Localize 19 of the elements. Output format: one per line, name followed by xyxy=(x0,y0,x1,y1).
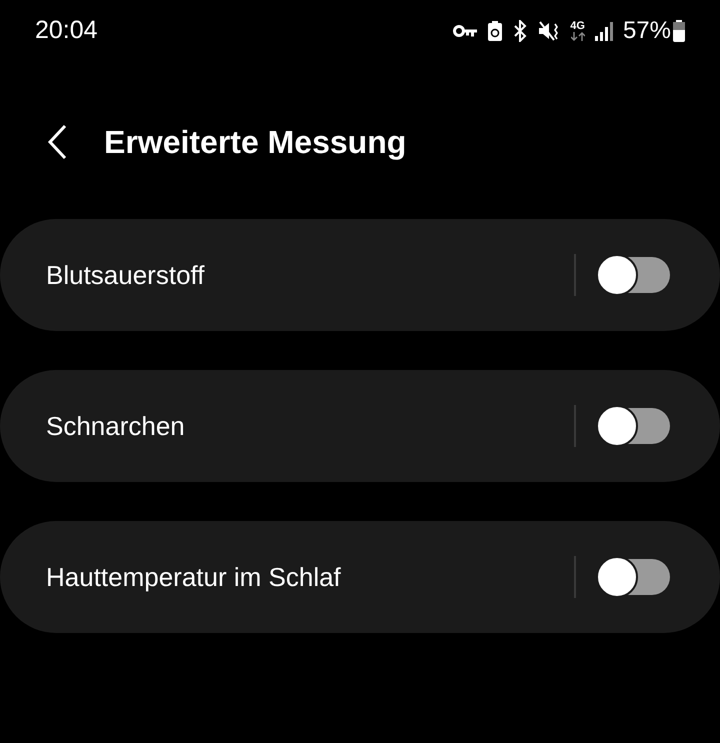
battery-icon xyxy=(673,20,685,42)
setting-card[interactable]: Schnarchen xyxy=(0,370,720,482)
back-button[interactable] xyxy=(46,124,68,160)
status-time: 20:04 xyxy=(35,15,98,46)
mute-vibrate-icon xyxy=(538,20,560,42)
setting-card[interactable]: Blutsauerstoff xyxy=(0,219,720,331)
setting-label: Blutsauerstoff xyxy=(46,258,206,292)
signal-icon xyxy=(594,21,613,41)
data-arrows-icon xyxy=(570,32,585,41)
battery-saver-icon xyxy=(488,21,502,41)
battery-percentage: 57% xyxy=(622,16,671,46)
setting-card[interactable]: Hauttemperatur im Schlaf xyxy=(0,521,720,633)
bluetooth-icon xyxy=(512,20,528,42)
network-type: 4G xyxy=(570,21,585,32)
page-title: Erweiterte Messung xyxy=(104,123,406,162)
setting-label: Schnarchen xyxy=(46,410,186,442)
setting-label: Hauttemperatur im Schlaf xyxy=(46,560,342,594)
back-icon xyxy=(46,124,68,160)
key-icon xyxy=(453,24,478,38)
